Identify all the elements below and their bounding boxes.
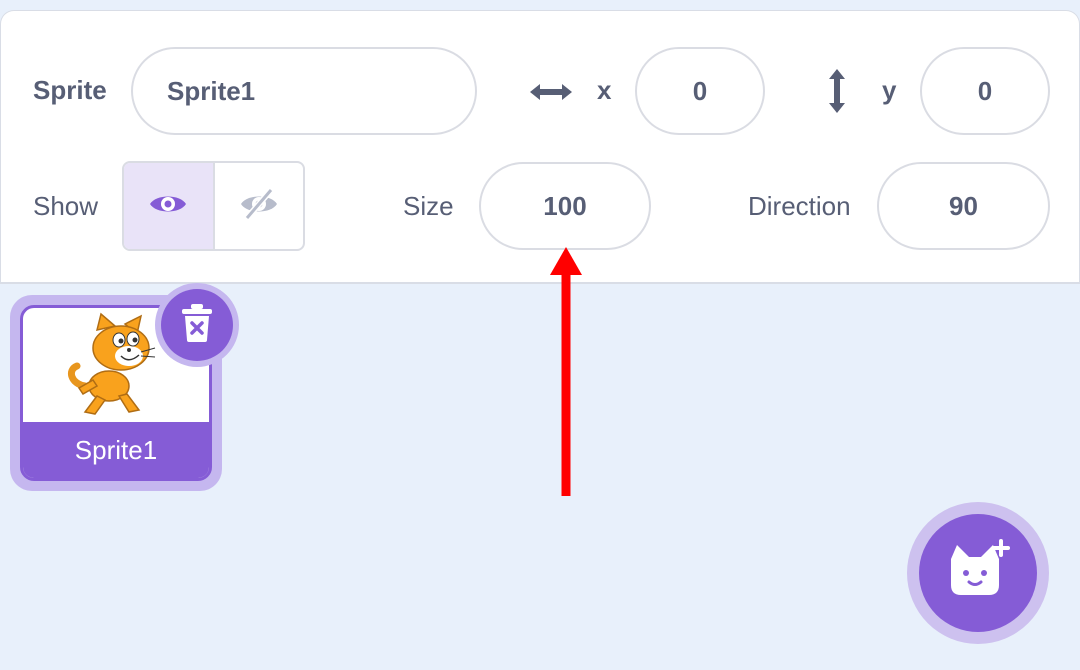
size-value: 100 xyxy=(543,190,587,221)
delete-sprite-button[interactable] xyxy=(155,283,239,367)
size-input[interactable]: 100 xyxy=(479,162,651,250)
add-sprite-button[interactable] xyxy=(907,502,1049,644)
visibility-toggle xyxy=(122,161,305,251)
sprite-name-input[interactable]: Sprite1 xyxy=(131,47,477,135)
delete-sprite-button-inner xyxy=(161,289,233,361)
eye-slash-icon xyxy=(239,187,279,226)
x-position-value: 0 xyxy=(692,75,708,106)
trash-icon xyxy=(179,302,215,349)
show-sprite-button[interactable] xyxy=(124,163,215,249)
y-label: y xyxy=(882,75,897,105)
direction-value: 90 xyxy=(949,190,978,221)
eye-icon xyxy=(148,191,188,222)
sprite-tile-name: Sprite1 xyxy=(23,422,209,478)
arrows-horizontal-icon xyxy=(528,81,574,108)
y-position-value: 0 xyxy=(977,75,993,106)
hide-sprite-button[interactable] xyxy=(215,163,304,249)
annotation-arrow xyxy=(540,245,590,505)
direction-label: Direction xyxy=(748,191,851,221)
x-position-input[interactable]: 0 xyxy=(635,47,765,135)
show-label: Show xyxy=(33,191,99,221)
sprite-info-panel: Sprite Sprite1 x 0 y 0 Show Size 100 Dir… xyxy=(0,10,1080,284)
arrows-vertical-icon xyxy=(826,67,848,120)
cat-plus-icon xyxy=(943,538,1013,608)
add-sprite-button-inner xyxy=(919,514,1037,632)
size-label: Size xyxy=(403,191,454,221)
y-position-input[interactable]: 0 xyxy=(920,47,1050,135)
x-label: x xyxy=(597,75,612,105)
direction-input[interactable]: 90 xyxy=(877,162,1050,250)
sprite-name-label: Sprite xyxy=(33,75,107,105)
sprite-name-value: Sprite1 xyxy=(167,75,256,106)
